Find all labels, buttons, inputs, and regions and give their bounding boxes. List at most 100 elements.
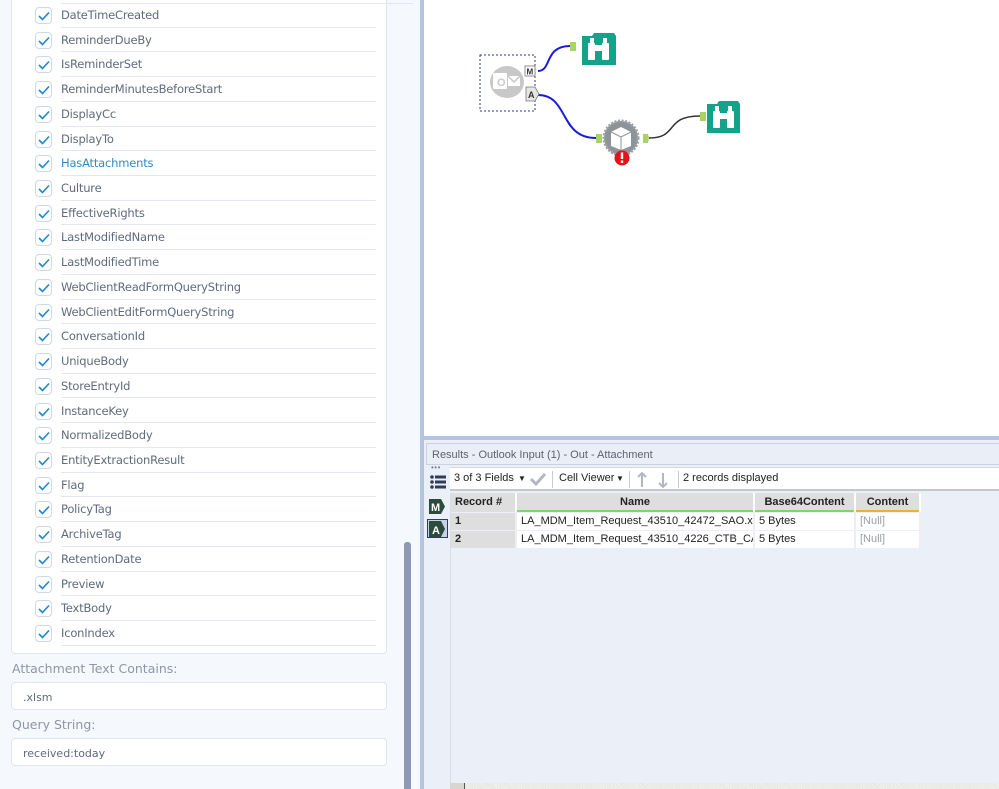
field-checkbox[interactable] <box>35 526 52 544</box>
field-label: UniqueBody <box>61 354 129 369</box>
field-row[interactable]: TextBody <box>24 596 376 621</box>
field-row[interactable]: IconIndex <box>24 621 376 646</box>
field-label: PolicyTag <box>61 502 112 517</box>
field-checkbox[interactable] <box>35 130 52 148</box>
field-row[interactable]: PolicyTag <box>24 497 376 523</box>
viewer-dropdown-caret-icon[interactable]: ▼ <box>616 474 624 483</box>
anchor-a-tab[interactable]: A <box>427 519 448 538</box>
browse-tool-2[interactable] <box>700 101 740 133</box>
field-row[interactable]: ConversationId <box>24 324 376 350</box>
field-row[interactable]: HasAttachments <box>24 151 376 176</box>
field-row[interactable]: Flag <box>24 473 376 498</box>
field-checkbox[interactable] <box>35 204 52 222</box>
field-checkbox[interactable] <box>35 155 52 173</box>
field-row[interactable]: LastModifiedTime <box>24 250 376 275</box>
field-row[interactable]: ArchiveTag <box>24 522 376 547</box>
column-header[interactable]: Record # <box>451 493 517 512</box>
table-cell[interactable]: LA_MDM_Item_Request_43510_42472_SAO.xlsm <box>517 513 755 530</box>
field-checkbox[interactable] <box>35 476 52 494</box>
field-row[interactable]: EntityExtractionResult <box>24 448 376 473</box>
fields-dropdown-caret-icon[interactable]: ▼ <box>518 474 526 483</box>
field-checkbox[interactable] <box>35 278 52 296</box>
field-checkbox[interactable] <box>35 575 52 593</box>
field-label: WebClientEditFormQueryString <box>61 304 235 319</box>
field-row[interactable]: DisplayTo <box>24 127 376 152</box>
apply-check-icon[interactable] <box>529 472 547 491</box>
more-dots-icon[interactable]: ••• <box>431 464 441 472</box>
field-checkbox[interactable] <box>35 56 52 74</box>
field-row[interactable]: UniqueBody <box>24 349 376 374</box>
field-checkbox[interactable] <box>35 328 52 346</box>
field-row[interactable]: WebClientEditFormQueryString <box>24 300 376 325</box>
scroll-left-button[interactable] <box>450 783 465 789</box>
field-checkbox[interactable] <box>35 105 52 123</box>
field-row[interactable]: InstanceKey <box>24 399 376 424</box>
checkmark-icon <box>38 358 50 367</box>
list-icon[interactable] <box>430 474 446 490</box>
field-label: WebClientReadFormQueryString <box>61 279 241 294</box>
column-header[interactable]: Base64Content <box>755 493 856 512</box>
field-checkbox[interactable] <box>35 625 52 642</box>
viewer-selector[interactable]: Cell Viewer <box>559 472 614 484</box>
field-row[interactable]: DateTimeCreated <box>24 3 376 28</box>
field-row[interactable]: Preview <box>24 572 376 597</box>
field-label: IconIndex <box>61 626 115 640</box>
query-string-input[interactable]: received:today <box>11 738 387 766</box>
anchor-m-tab[interactable]: M <box>429 499 446 514</box>
record-number-cell[interactable]: 1 <box>451 513 517 530</box>
arrow-down-icon[interactable] <box>657 472 669 493</box>
field-row[interactable]: RetentionDate <box>24 547 376 572</box>
field-checkbox[interactable] <box>35 550 52 568</box>
field-checkbox[interactable] <box>35 451 52 469</box>
field-row[interactable]: ReminderDueBy <box>24 28 376 53</box>
field-row[interactable]: IsReminderSet <box>24 52 376 78</box>
record-number-cell[interactable]: 2 <box>451 531 517 548</box>
table-cell[interactable]: 5 Bytes <box>755 531 856 548</box>
field-row[interactable]: Culture <box>24 176 376 201</box>
field-row[interactable]: WebClientReadFormQueryString <box>24 275 376 300</box>
field-checkbox[interactable] <box>35 254 52 272</box>
workflow-canvas[interactable]: O M A <box>424 0 999 437</box>
outlook-input-tool[interactable]: O M A <box>479 54 540 112</box>
field-row[interactable]: StoreEntryId <box>24 374 376 399</box>
svg-text:M: M <box>431 502 440 514</box>
config-scrollbar-thumb[interactable] <box>404 542 411 789</box>
table-cell[interactable]: [Null] <box>856 531 921 548</box>
field-checkbox[interactable] <box>35 303 52 321</box>
arrow-up-icon[interactable] <box>636 471 648 493</box>
field-row[interactable]: DisplayCc <box>24 102 376 127</box>
field-checkbox[interactable] <box>35 600 52 618</box>
field-checkbox[interactable] <box>35 180 52 198</box>
field-checkbox[interactable] <box>35 81 52 99</box>
field-row[interactable]: EffectiveRights <box>24 201 376 226</box>
column-type-indicator <box>755 510 854 512</box>
field-checkbox[interactable] <box>35 402 52 420</box>
table-cell[interactable]: 5 Bytes <box>755 513 856 530</box>
field-row[interactable]: ReminderMinutesBeforeStart <box>24 77 376 102</box>
field-label: TextBody <box>61 601 112 616</box>
connection-macro-to-browse <box>648 115 701 139</box>
field-checkbox[interactable] <box>35 377 52 395</box>
outlook-icon: O <box>490 66 524 98</box>
column-header-label: Record # <box>455 496 503 508</box>
browse-tool-1[interactable] <box>570 33 616 65</box>
checkmark-icon <box>38 259 50 268</box>
column-header[interactable]: Name <box>517 493 755 512</box>
table-cell[interactable]: [Null] <box>856 513 921 530</box>
column-header[interactable]: Content <box>856 493 921 512</box>
fields-selector[interactable]: 3 of 3 Fields <box>454 472 514 484</box>
svg-text:A: A <box>432 525 440 537</box>
toolbar-divider <box>678 471 679 488</box>
field-checkbox[interactable] <box>35 229 52 247</box>
field-checkbox[interactable] <box>35 501 52 519</box>
macro-tool[interactable] <box>596 119 649 166</box>
attachment-text-input[interactable]: .xlsm <box>11 682 387 710</box>
field-checkbox[interactable] <box>35 353 52 371</box>
table-cell[interactable]: LA_MDM_Item_Request_43510_4226_CTB_CAD..… <box>517 531 755 548</box>
results-horizontal-scrollbar[interactable] <box>450 783 999 789</box>
field-checkbox[interactable] <box>35 7 52 24</box>
field-row[interactable]: LastModifiedName <box>24 225 376 251</box>
field-checkbox[interactable] <box>35 31 52 49</box>
field-checkbox[interactable] <box>35 427 52 445</box>
field-row[interactable]: NormalizedBody <box>24 423 376 448</box>
